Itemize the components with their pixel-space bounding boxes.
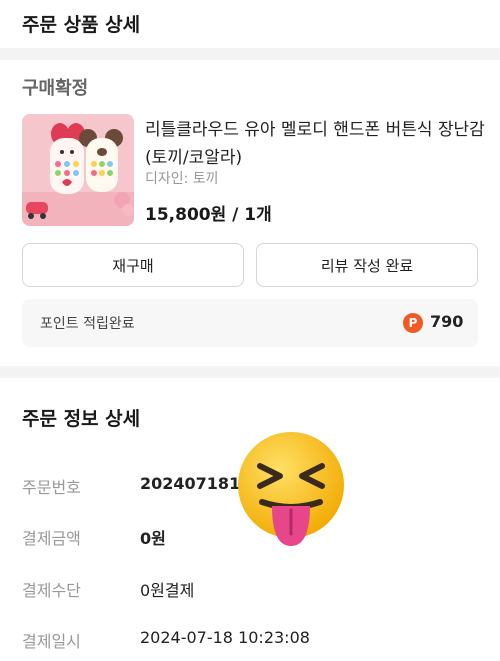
- rebuy-button[interactable]: 재구매: [22, 243, 244, 287]
- product-price: 15,800원 / 1개: [145, 205, 272, 225]
- product-name[interactable]: 리틀클라우드 유아 멜로디 핸드폰 버튼식 장난감 (토끼/코알라): [145, 116, 485, 172]
- point-p-icon: P: [403, 313, 423, 333]
- order-number-value: 202407181: [140, 474, 241, 493]
- point-value: 790: [430, 312, 464, 331]
- payment-method-value: 0원결제: [140, 581, 195, 600]
- product-thumbnail[interactable]: [22, 114, 134, 226]
- point-summary: 포인트 적립완료 P 790: [22, 299, 478, 347]
- payment-date-value: 2024-07-18 10:23:08: [140, 628, 310, 647]
- point-label: 포인트 적립완료: [40, 316, 135, 332]
- product-image: [22, 114, 134, 226]
- review-complete-button[interactable]: 리뷰 작성 완료: [256, 243, 478, 287]
- payment-amount-value: 0원: [140, 529, 166, 548]
- product-option: 디자인: 토끼: [145, 171, 219, 187]
- divider: [0, 366, 500, 378]
- order-status: 구매확정: [22, 78, 89, 99]
- order-number-label: 주문번호: [22, 478, 81, 497]
- squinting-tongue-emoji-icon: [238, 432, 344, 546]
- page-title: 주문 상품 상세: [22, 14, 141, 36]
- order-info-title: 주문 정보 상세: [22, 408, 141, 430]
- payment-method-label: 결제수단: [22, 581, 81, 600]
- payment-amount-label: 결제금액: [22, 529, 81, 548]
- divider: [0, 48, 500, 60]
- payment-date-label: 결제일시: [22, 632, 81, 651]
